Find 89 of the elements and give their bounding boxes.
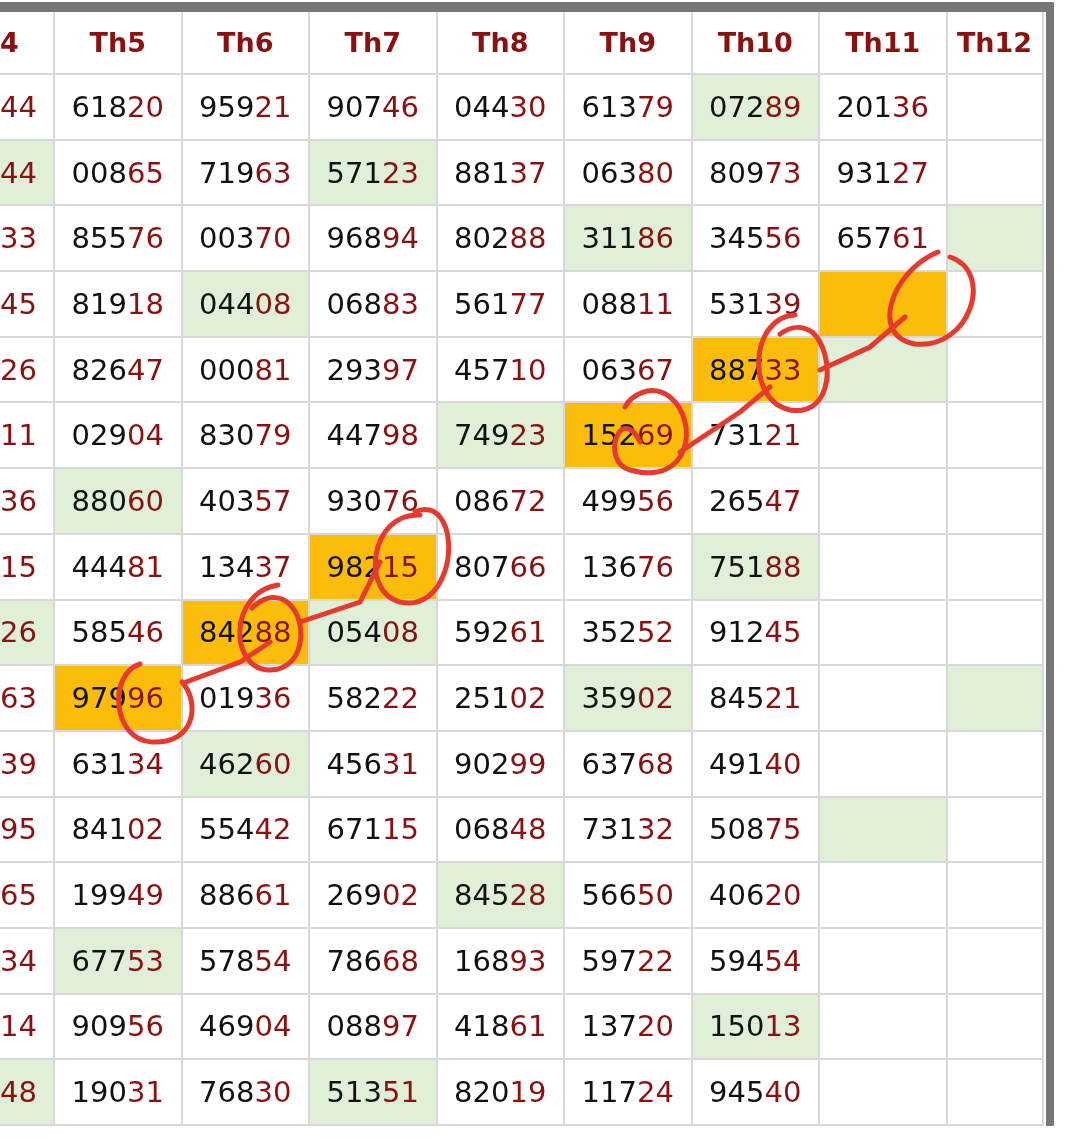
table-cell: 88060 <box>55 469 183 535</box>
table-cell: 00081 <box>182 337 310 404</box>
table-cell: 44 <box>0 140 55 207</box>
table-cell: 83079 <box>182 403 310 470</box>
table-cell: 73121 <box>692 403 820 470</box>
table-cell: 65 <box>0 863 55 929</box>
table-cell: 94540 <box>692 1060 820 1126</box>
table-cell: 39 <box>0 731 55 798</box>
table-cell: 04430 <box>437 75 565 141</box>
table-cell: 06883 <box>310 272 438 338</box>
table-cell: 96894 <box>310 206 438 273</box>
table-cell: 74923 <box>437 403 565 470</box>
table-cell: 29397 <box>310 337 438 404</box>
table-cell: 67115 <box>310 797 438 864</box>
table-cell: 56177 <box>437 272 565 338</box>
table-cell: 19031 <box>55 1060 183 1126</box>
table-cell: 34556 <box>692 206 820 273</box>
column-header: Th7 <box>310 12 438 75</box>
table-cell: 57854 <box>182 928 310 995</box>
table-cell: 13676 <box>565 534 693 601</box>
table-cell: 61379 <box>565 75 693 141</box>
table-cell: 84102 <box>55 797 183 864</box>
table-cell: 20136 <box>820 75 948 141</box>
table-cell: 44798 <box>310 403 438 470</box>
table-cell: 85576 <box>55 206 183 273</box>
table-cell: 16893 <box>437 928 565 995</box>
table-cell: 41861 <box>437 994 565 1061</box>
table-cell: 07289 <box>692 75 820 141</box>
table-cell: 33 <box>0 206 55 273</box>
table-cell: 78668 <box>310 928 438 995</box>
table-cell: 58222 <box>310 666 438 732</box>
table-cell: 26 <box>0 600 55 667</box>
table-cell: 49956 <box>565 469 693 535</box>
table-cell: 40357 <box>182 469 310 535</box>
table-cell: 95921 <box>182 75 310 141</box>
table-cell: 84528 <box>437 863 565 929</box>
table-cell: 05408 <box>310 600 438 667</box>
table-cell: 59261 <box>437 600 565 667</box>
column-header: Th6 <box>182 12 310 75</box>
table-cell: 61820 <box>55 75 183 141</box>
table-cell: 51351 <box>310 1060 438 1126</box>
table-cell: 00865 <box>55 140 183 207</box>
table-cell: 88661 <box>182 863 310 929</box>
column-header: Th9 <box>565 12 693 75</box>
table-cell: 91245 <box>692 600 820 667</box>
table-cell: 93127 <box>820 140 948 207</box>
table-cell: 84521 <box>692 666 820 732</box>
table-cell: 08672 <box>437 469 565 535</box>
table-cell: 80766 <box>437 534 565 601</box>
table-cell: 13720 <box>565 994 693 1061</box>
table-cell: 26 <box>0 337 55 404</box>
table-cell: 95 <box>0 797 55 864</box>
table-cell: 63768 <box>565 731 693 798</box>
column-header: Th12 <box>947 12 1044 75</box>
table-cell: 82647 <box>55 337 183 404</box>
table-cell: 88137 <box>437 140 565 207</box>
table-cell: 08811 <box>565 272 693 338</box>
table-cell: 90956 <box>55 994 183 1061</box>
table-cell: 90299 <box>437 731 565 798</box>
table-cell: 73132 <box>565 797 693 864</box>
table-cell: 46260 <box>182 731 310 798</box>
column-header: Th5 <box>55 12 183 75</box>
table-cell: 80973 <box>692 140 820 207</box>
table-cell: 67753 <box>55 928 183 995</box>
table-cell: 49140 <box>692 731 820 798</box>
table-cell: 31186 <box>565 206 693 273</box>
table-cell: 63134 <box>55 731 183 798</box>
table-cell: 35902 <box>565 666 693 732</box>
table-cell: 45631 <box>310 731 438 798</box>
table-cell: 44481 <box>55 534 183 601</box>
table-cell: 57123 <box>310 140 438 207</box>
column-header: Th8 <box>437 12 565 75</box>
table-cell: 45 <box>0 272 55 338</box>
table-cell: 26902 <box>310 863 438 929</box>
table-cell: 59722 <box>565 928 693 995</box>
table-cell: 75188 <box>692 534 820 601</box>
table-cell: 81918 <box>55 272 183 338</box>
table-cell: 48 <box>0 1060 55 1126</box>
table-cell: 82019 <box>437 1060 565 1126</box>
table-cell: 11724 <box>565 1060 693 1126</box>
table-cell: 11 <box>0 403 55 470</box>
table-cell: 04408 <box>182 272 310 338</box>
table-cell: 46904 <box>182 994 310 1061</box>
column-header: 4 <box>0 12 55 75</box>
column-header: Th11 <box>820 12 948 75</box>
table-cell: 40620 <box>692 863 820 929</box>
table-cell: 55442 <box>182 797 310 864</box>
table-cell: 15013 <box>692 994 820 1061</box>
table-cell: 56650 <box>565 863 693 929</box>
